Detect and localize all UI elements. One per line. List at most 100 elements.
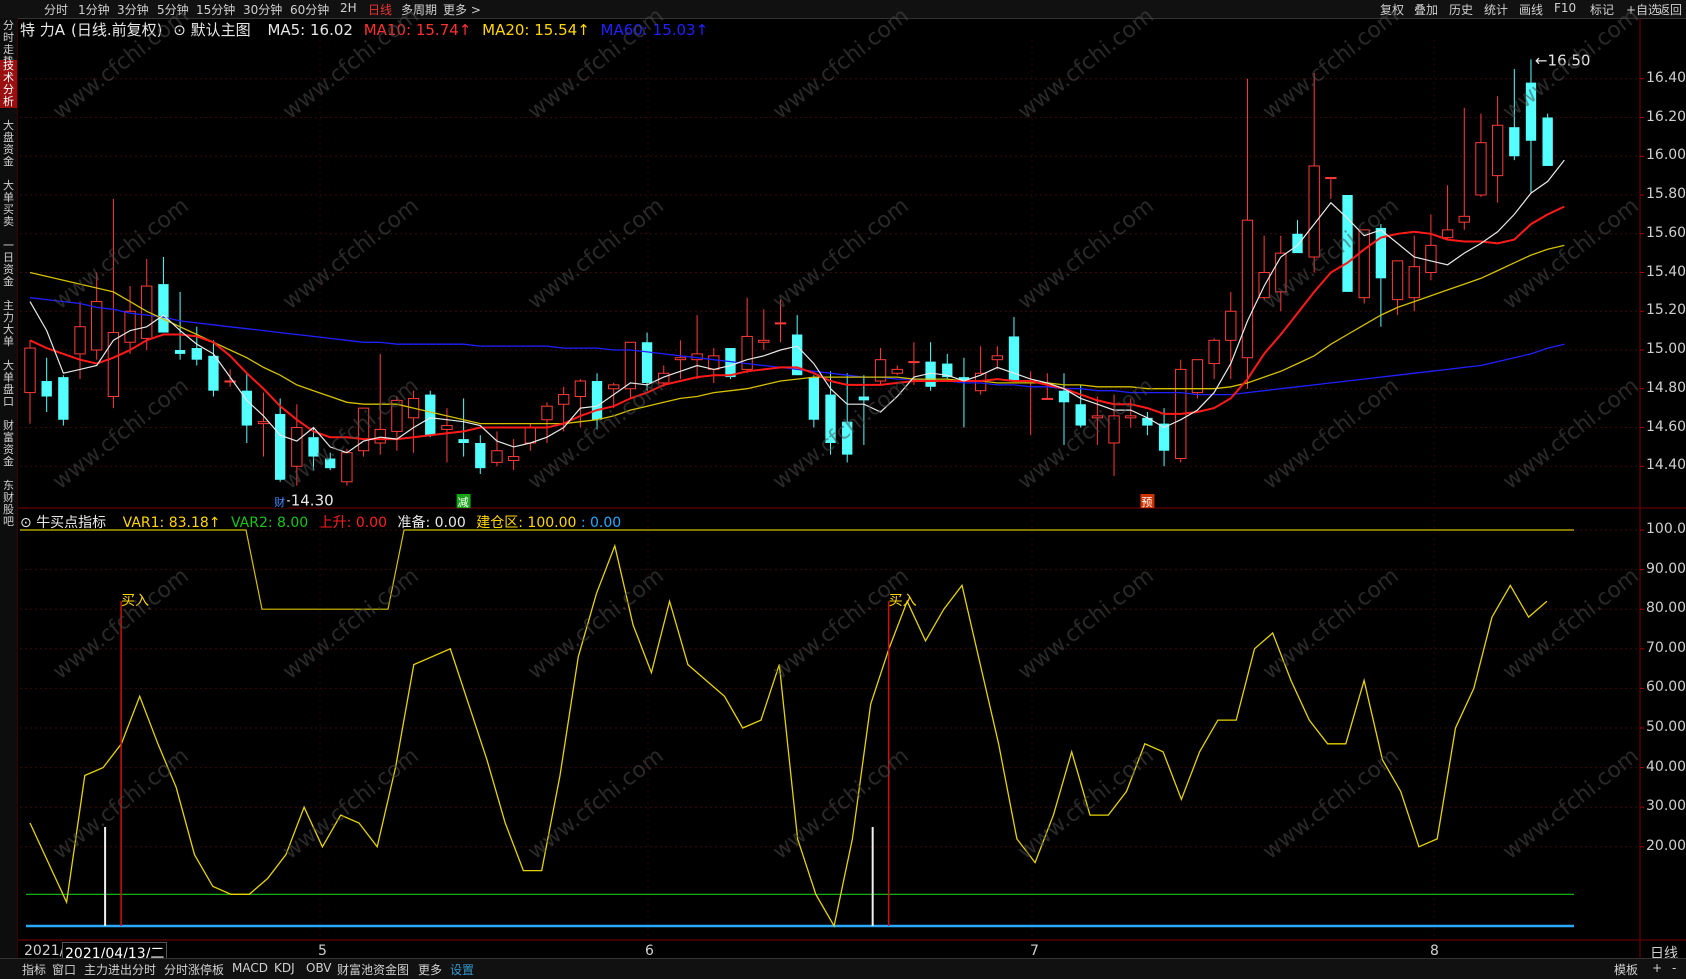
watermark: www.cfchi.com xyxy=(1013,3,1158,124)
indicator-tick-label: 90.00 xyxy=(1646,560,1686,577)
indicator-tab[interactable]: 设置 xyxy=(450,961,474,978)
price-tick-label: 15.00 xyxy=(1646,341,1686,357)
indicator-tick-label: 50.00 xyxy=(1646,719,1686,735)
price-tick-label: 14.40 xyxy=(1646,457,1686,474)
watermark: www.cfchi.com xyxy=(768,193,913,314)
candle-body-up xyxy=(374,428,386,444)
candle-body-up xyxy=(674,357,687,361)
candle-body-up xyxy=(758,339,770,343)
candle-body-down xyxy=(1058,390,1070,403)
watermark: www.cfchi.com xyxy=(1013,373,1158,494)
indicator-tab[interactable]: MACD xyxy=(232,961,268,975)
candle-body-up xyxy=(257,421,270,425)
candle-body-down xyxy=(191,348,202,360)
candle-body-down xyxy=(1375,227,1387,279)
price-tick-label: 15.60 xyxy=(1646,224,1686,241)
watermark: www.cfchi.com xyxy=(1013,563,1158,684)
ma5-line xyxy=(29,159,1565,454)
watermark: www.cfchi.com xyxy=(1498,373,1643,494)
indicator-tab[interactable]: 更多 xyxy=(418,961,442,978)
watermark: www.cfchi.com xyxy=(523,563,668,684)
price-tick-label: 16.20 xyxy=(1646,108,1686,125)
candle-body-up xyxy=(1191,359,1204,394)
watermark: www.cfchi.com xyxy=(48,373,193,494)
candle-body-down xyxy=(58,377,69,420)
indicator-tab[interactable]: 财富池资金图 xyxy=(337,961,409,978)
template-button[interactable]: - xyxy=(1672,961,1676,975)
candle-body-down xyxy=(208,355,219,391)
candle-body-up xyxy=(1408,266,1420,299)
watermark: www.cfchi.com xyxy=(48,3,193,124)
indicator-tab[interactable]: 主力进出分时 xyxy=(84,961,156,978)
candle-body-up xyxy=(991,355,1003,361)
indicator-tick-label: 40.00 xyxy=(1646,758,1686,775)
candle-body-up xyxy=(1208,339,1220,365)
indicator-tick-label: 70.00 xyxy=(1646,639,1686,656)
candle-body-up xyxy=(774,322,787,325)
date-axis-month: 5 xyxy=(318,943,327,959)
candle-body-up xyxy=(524,427,536,444)
candle-body-up xyxy=(608,384,620,390)
watermark: www.cfchi.com xyxy=(523,3,668,124)
candle-body-down xyxy=(41,381,52,397)
watermark: www.cfchi.com xyxy=(1258,373,1403,494)
price-tick-label: 16.00 xyxy=(1646,147,1686,164)
candle-body-up xyxy=(574,380,587,397)
date-axis-month: 7 xyxy=(1030,943,1039,959)
watermark: www.cfchi.com xyxy=(1013,193,1158,314)
candle-body-down xyxy=(808,377,820,420)
price-tick-label: 14.60 xyxy=(1646,418,1686,435)
watermark: www.cfchi.com xyxy=(278,193,423,314)
var1-line xyxy=(29,543,1548,928)
indicator-tab[interactable]: 窗口 xyxy=(52,961,76,978)
candle-body-up xyxy=(1475,142,1487,196)
candle-body-up xyxy=(1441,229,1454,239)
candle-body-up xyxy=(1041,397,1054,400)
indicator-tick-label: 20.00 xyxy=(1646,837,1686,854)
watermark: www.cfchi.com xyxy=(768,3,913,124)
watermark: www.cfchi.com xyxy=(278,563,423,684)
candle-body-down xyxy=(158,284,169,333)
candle-body-up xyxy=(91,301,103,351)
indicator-tick-label: 60.00 xyxy=(1646,679,1686,696)
watermark: www.cfchi.com xyxy=(1498,563,1643,684)
candle-body-down xyxy=(1542,117,1553,166)
candle-body-up xyxy=(658,372,670,384)
indicator-tab[interactable]: 分时涨停板 xyxy=(164,961,224,978)
candle-body-up xyxy=(141,285,153,339)
candle-body-up xyxy=(1425,244,1437,273)
candle-body-up xyxy=(341,452,353,483)
candle-body-up xyxy=(74,326,86,355)
watermark: www.cfchi.com xyxy=(768,563,913,684)
candle-body-up xyxy=(1491,124,1504,177)
kline-chart[interactable]: ←16.50←14.30财减预买入 买入www.cfchi.com www.cfch… xyxy=(0,0,1686,978)
candle-body-down xyxy=(458,439,469,443)
candle-body-up xyxy=(441,425,453,430)
candle-body-up xyxy=(1308,165,1320,258)
indicator-tab[interactable]: OBV xyxy=(306,961,332,975)
candle-body-up xyxy=(558,394,570,405)
candle-body-up xyxy=(908,361,920,364)
event-tag: 财 xyxy=(274,495,285,509)
template-button[interactable]: + xyxy=(1652,961,1662,975)
candle-body-down xyxy=(174,350,186,354)
indicator-tick-label: 100.00 xyxy=(1646,521,1686,537)
indicator-tick-label: 30.00 xyxy=(1646,798,1686,815)
candle-body-up xyxy=(891,368,903,374)
indicator-tab[interactable]: 指标 xyxy=(22,961,46,978)
template-button[interactable]: 模板 xyxy=(1614,961,1638,978)
watermark: www.cfchi.com xyxy=(768,373,913,494)
watermark: www.cfchi.com xyxy=(1258,563,1403,684)
price-tick-label: 15.40 xyxy=(1646,263,1686,280)
watermark: www.cfchi.com xyxy=(1498,3,1643,124)
candle-body-down xyxy=(1292,233,1303,254)
indicator-toolbar: 指标 窗口 主力进出分时 分时涨停板 MACD KDJ OBV 财富池资金图 更多 设置 模板 + - xyxy=(0,958,1686,979)
event-tag: 减 xyxy=(458,496,469,509)
candle-body-down xyxy=(1142,417,1153,426)
candle-body-up xyxy=(24,347,36,394)
indicator-tab[interactable]: KDJ xyxy=(274,961,295,975)
date-axis-start: 2021/ xyxy=(24,943,65,959)
candle-body-down xyxy=(425,394,436,436)
price-tick-label: 15.20 xyxy=(1646,302,1686,319)
watermark: www.cfchi.com xyxy=(1498,193,1643,314)
